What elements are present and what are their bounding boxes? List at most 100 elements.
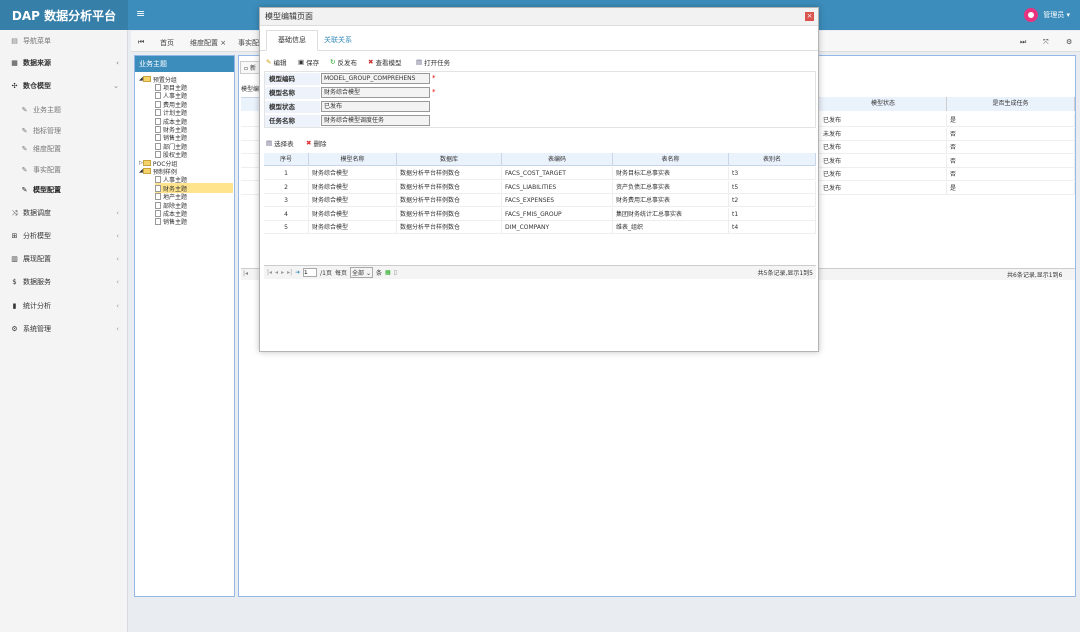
columns-icon: ▥ (11, 255, 18, 263)
folder-icon (142, 168, 151, 175)
sidebar-header: ▤ 导航菜单 (11, 37, 51, 45)
delete-button[interactable]: ✖ 删除 (306, 138, 326, 148)
chevron-down-icon: ⌄ (113, 82, 119, 90)
tab-basic-info[interactable]: 基础信息 (266, 30, 318, 51)
document-icon (155, 218, 161, 226)
table-cell: t4 (729, 221, 816, 234)
table-cell: 财务目标汇总事实表 (613, 167, 729, 180)
model-code-label: 模型编码 (265, 73, 320, 85)
view-model-button[interactable]: ✖ 查看模型 (368, 57, 401, 67)
page-number-input[interactable] (303, 268, 318, 277)
table-cell: 财务综合模型 (309, 207, 397, 221)
next-page-icon[interactable]: ▸ (281, 269, 284, 276)
sidebar-item-system-management[interactable]: ⚙ 系统管理 ‹ (0, 318, 128, 340)
bg-pager-first-icon[interactable]: |◂ (243, 270, 248, 277)
table-cell: 4 (264, 207, 309, 221)
grid-pager: |◂ ◂ ▸ ▸| ➜ /1页 每页 全部 ⌄ 条 ▦ ▯ 共5条记录,显示1到… (264, 265, 816, 279)
sidebar-item-business-theme[interactable]: ✎ 业务主题 (0, 99, 128, 121)
required-mark: * (432, 74, 436, 82)
sitemap-icon: ⊞ (11, 232, 18, 240)
tab-fact-config[interactable]: 事实配 (238, 38, 259, 48)
sidebar-item-data-service[interactable]: $ 数据服务 ‹ (0, 271, 128, 293)
tab-settings-icon[interactable]: ⚙ (1066, 38, 1072, 46)
unpublish-button[interactable]: ↻ 反发布 (330, 57, 357, 67)
tab-scroll-left-icon[interactable]: ⏮ (138, 38, 144, 47)
table-cell: DIM_COMPANY (502, 221, 613, 234)
wrench-icon: ✎ (21, 166, 28, 174)
bg-table-cell: 否 (947, 127, 1075, 141)
first-page-icon[interactable]: |◂ (267, 269, 272, 276)
folder-icon (142, 76, 151, 82)
sidebar-item-dimension-config[interactable]: ✎ 维度配置 (0, 138, 128, 160)
sidebar-item-display-config[interactable]: ▥ 展现配置 ‹ (0, 248, 128, 270)
table-cell: FACS_FMIS_GROUP (502, 207, 613, 221)
table-cell: 财务综合模型 (309, 167, 397, 180)
col-table-name: 表名称 (613, 153, 729, 166)
user-name: 管理员 ▾ (1043, 11, 1070, 19)
export-excel-icon[interactable]: ▦ (385, 269, 391, 276)
table-cell: 5 (264, 221, 309, 234)
col-generate-task: 是否生成任务 (947, 97, 1075, 111)
table-cell: FACS_COST_TARGET (502, 167, 613, 180)
dialog-title: 模型编辑页面 (260, 8, 818, 26)
table-cell: 1 (264, 167, 309, 180)
delete-icon: ✖ (306, 139, 312, 147)
table-icon: ▤ (266, 139, 273, 147)
table-cell: FACS_EXPENSES (502, 194, 613, 207)
last-page-icon[interactable]: ▸| (287, 269, 292, 276)
per-page-select[interactable]: 全部 ⌄ (350, 267, 373, 278)
tree-node-17[interactable]: 销售主题 (155, 217, 187, 227)
per-page-unit: 条 (375, 270, 382, 277)
table-cell: 2 (264, 180, 309, 194)
tab-dimension-config[interactable]: 维度配置 × (190, 38, 226, 48)
model-name-field[interactable]: 财务综合模型 (321, 87, 430, 98)
sidebar-item-analysis-model[interactable]: ⊞ 分析模型 ‹ (0, 225, 128, 247)
bg-table-cell: 已发布 (820, 141, 947, 154)
chevron-left-icon: ‹ (116, 232, 119, 240)
close-icon[interactable]: × (805, 12, 814, 21)
database-icon: ▦ (11, 59, 18, 67)
model-name-label: 模型名称 (265, 87, 320, 99)
col-index: 序号 (264, 153, 309, 166)
tools-icon: ✖ (368, 58, 374, 66)
pencil-icon: ✎ (266, 58, 272, 66)
cubes-icon: ✣ (11, 82, 18, 90)
edit-button[interactable]: ✎ 编辑 (266, 57, 286, 67)
prev-page-icon[interactable]: ◂ (275, 269, 278, 276)
col-model-name: 模型名称 (309, 153, 397, 166)
open-task-button[interactable]: ▤ 打开任务 (416, 57, 450, 67)
pager-info: 共5条记录,显示1到5 (757, 270, 813, 277)
export-doc-icon[interactable]: ▯ (394, 269, 397, 276)
save-button[interactable]: ▣ 保存 (298, 57, 319, 67)
sidebar-item-data-source[interactable]: ▦ 数据来源 ‹ (0, 52, 128, 74)
user-menu[interactable]: 管理员 ▾ (1024, 8, 1070, 22)
tab-home[interactable]: 首页 (160, 38, 174, 48)
tab-divider (260, 50, 818, 51)
tab-relations[interactable]: 关联关系 (324, 35, 352, 45)
new-button[interactable]: ▫ 新 (240, 61, 261, 74)
task-name-field[interactable]: 财务综合模型调度任务 (321, 115, 430, 126)
chart-icon: ▮ (12, 302, 17, 310)
model-status-field[interactable]: 已发布 (321, 101, 430, 112)
menu-toggle-button[interactable]: ≡ (136, 7, 145, 20)
sidebar-item-fact-config[interactable]: ✎ 事实配置 (0, 159, 128, 181)
folder-icon (142, 160, 151, 166)
tab-scroll-right-icon[interactable]: ⏭ (1020, 38, 1026, 47)
select-table-button[interactable]: ▤ 选择表 (266, 138, 294, 148)
model-code-field[interactable]: MODEL_GROUP_COMPREHENS (321, 73, 430, 84)
sidebar-item-model-config[interactable]: ✎ 模型配置 (0, 179, 128, 201)
sidebar-item-statistics[interactable]: ▮ 统计分析 ‹ (0, 295, 128, 317)
table-cell: 集团财务统计汇总事实表 (613, 207, 729, 221)
go-page-icon[interactable]: ➜ (295, 269, 300, 276)
sidebar-item-data-scheduling[interactable]: ⤨ 数据调度 ‹ (0, 202, 128, 224)
model-edit-dialog: 模型编辑页面 × 基础信息 关联关系 ✎ 编辑 ▣ 保存 ↻ 反发布 ✖ 查看模型 ▤ 打… (259, 7, 819, 352)
sidebar-item-warehouse-model[interactable]: ✣ 数仓模型 ⌄ (0, 75, 128, 97)
chevron-left-icon: ‹ (116, 278, 119, 286)
bg-table-cell: 已发布 (820, 168, 947, 181)
menu-icon: ▤ (11, 37, 18, 45)
fullscreen-icon[interactable]: ⤧ (1043, 38, 1049, 47)
app-logo: DAP 数据分析平台 (0, 0, 128, 30)
table-cell: t1 (729, 207, 816, 221)
bg-table-cell: 否 (947, 168, 1075, 181)
tree-header: 业务主题 (135, 56, 234, 72)
